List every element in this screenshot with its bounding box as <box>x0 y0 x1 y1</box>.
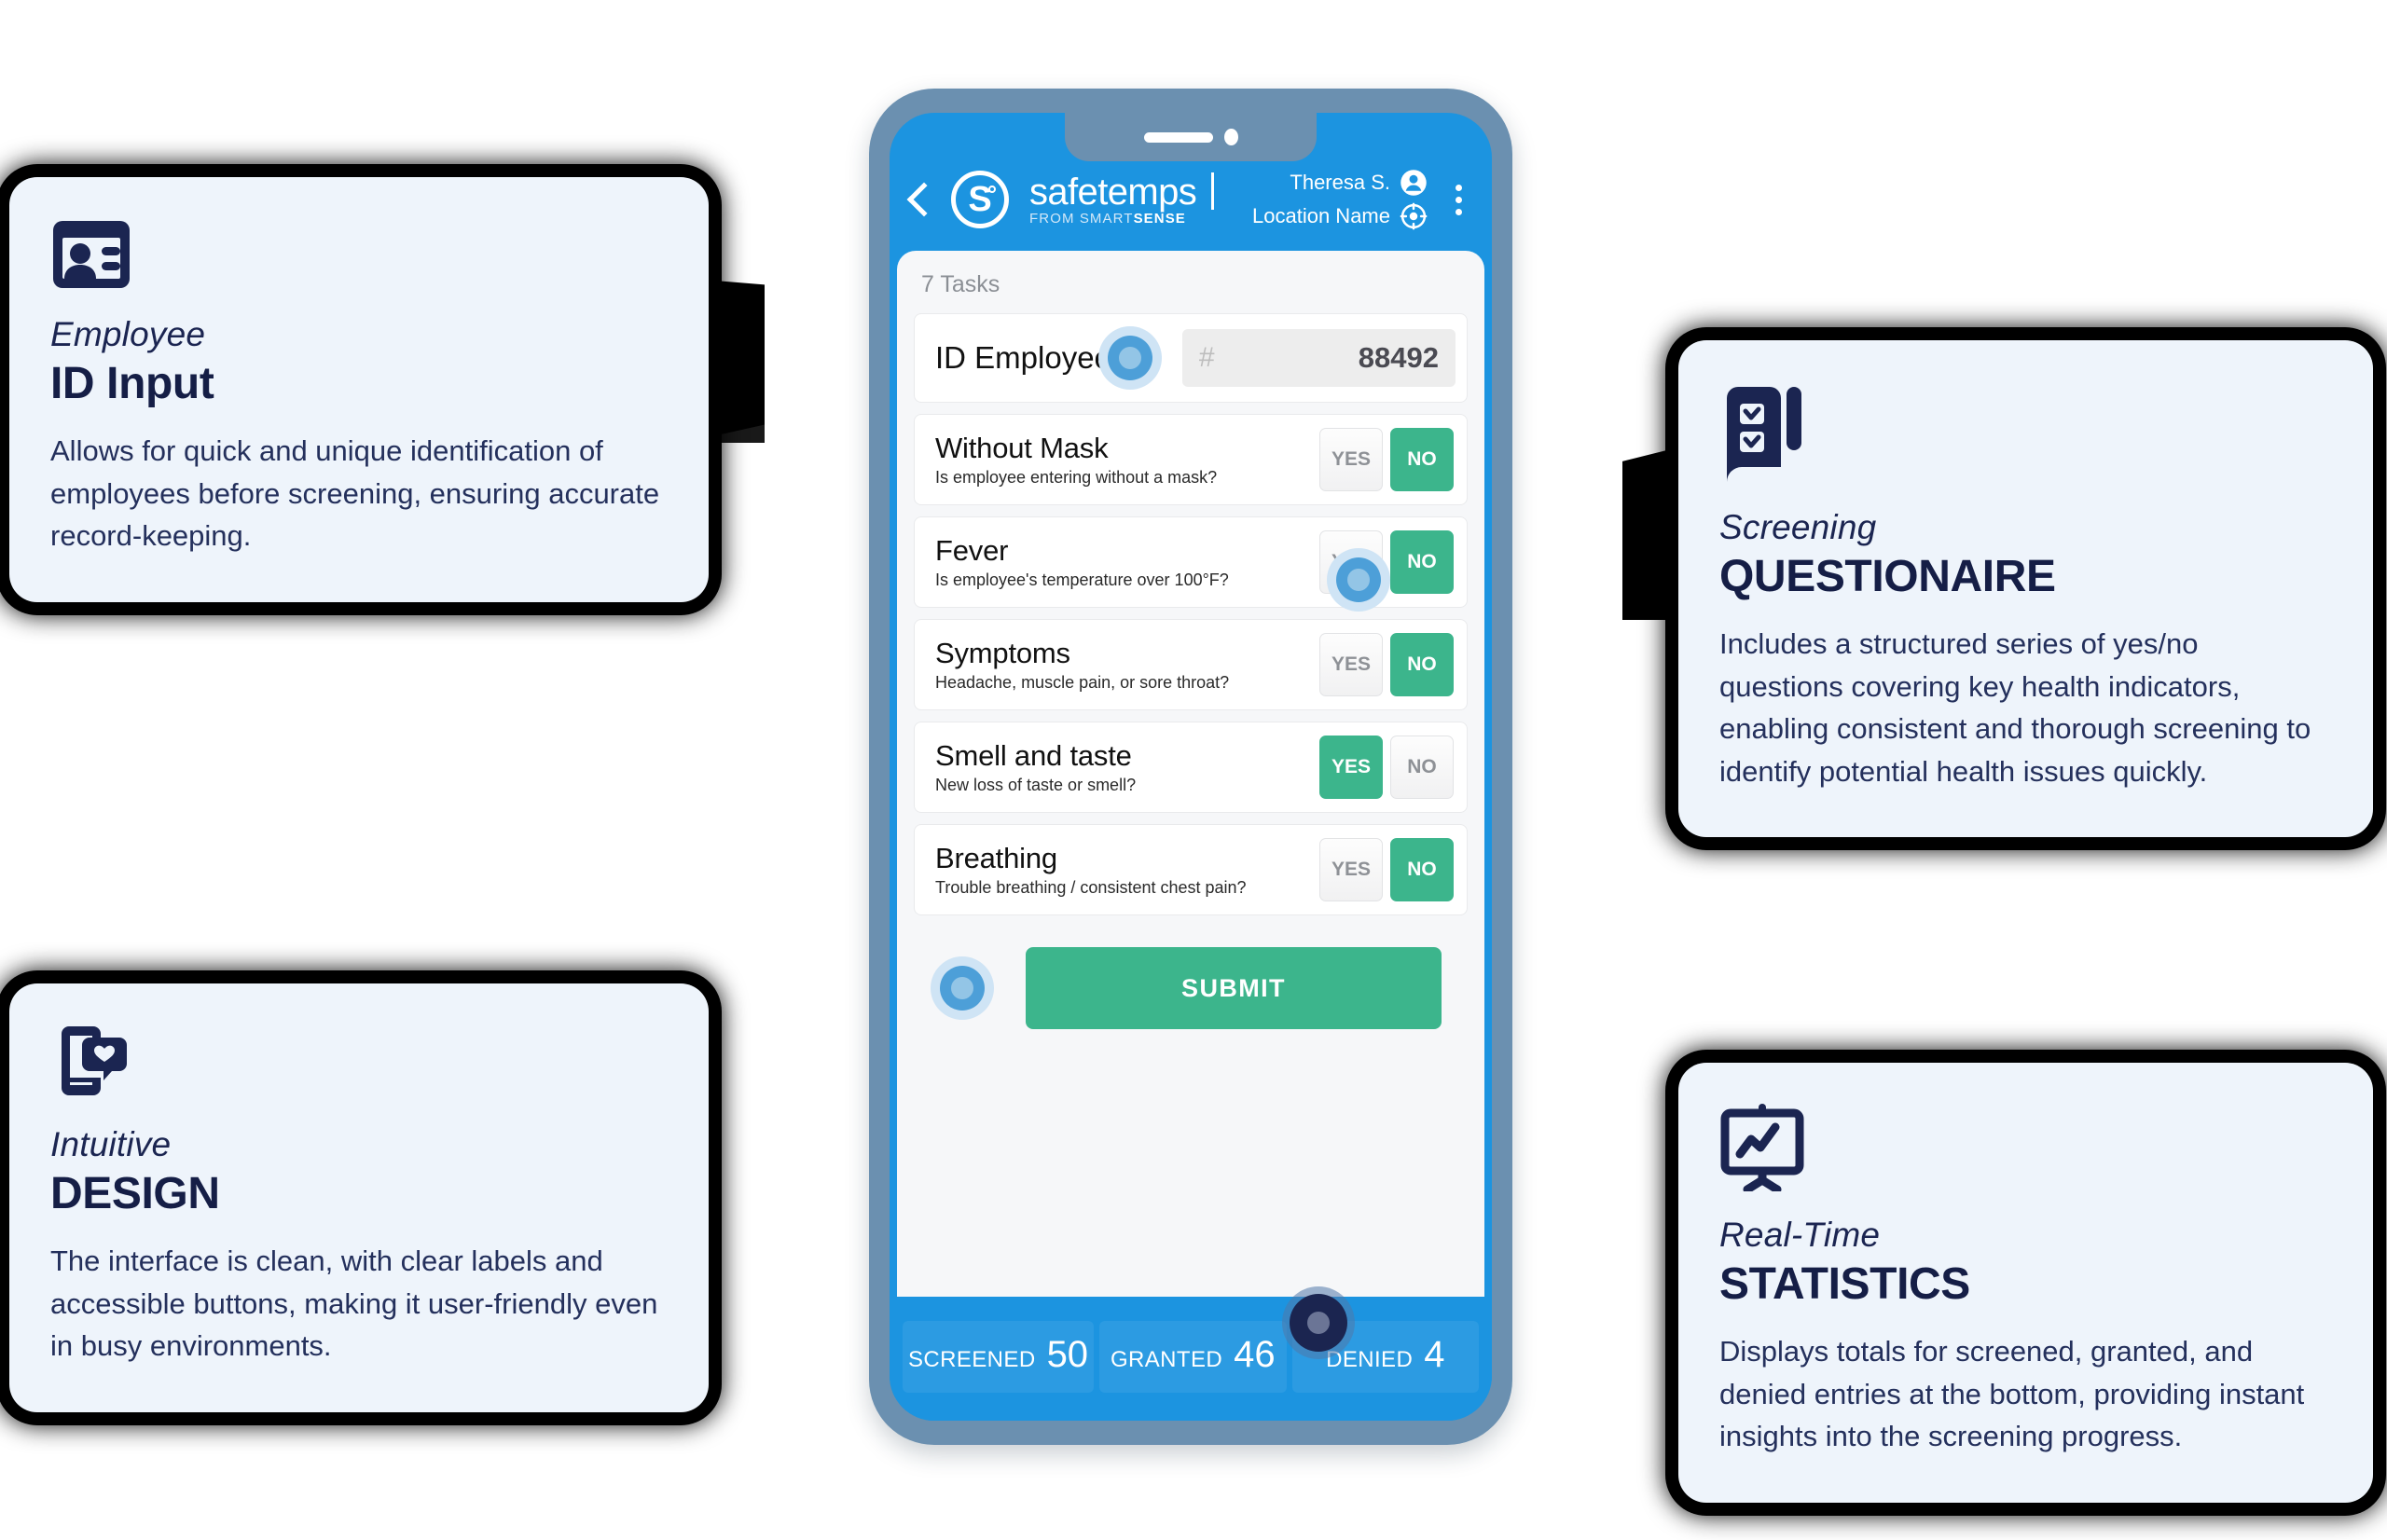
earpiece-speaker-icon <box>1143 131 1213 143</box>
submit-area: SUBMIT <box>897 915 1484 1070</box>
card-body: The interface is clean, with clear label… <box>50 1244 658 1363</box>
tap-ripple-icon <box>1097 326 1162 390</box>
header-account-block: Theresa S. Location Name <box>1252 169 1431 230</box>
target-location-icon <box>1400 202 1428 230</box>
card-body: Includes a structured series of yes/no q… <box>1719 627 2311 788</box>
card-body: Displays totals for screened, granted, a… <box>1719 1335 2305 1453</box>
chevron-left-icon[interactable] <box>906 182 942 217</box>
yes-no-toggle: YES NO <box>1319 428 1454 491</box>
chart-board-icon <box>1719 1104 2326 1191</box>
phone-mockup: S safetemps FROM SMARTSENSE Theresa S. L… <box>869 89 1512 1445</box>
stat-value: 50 <box>1046 1334 1089 1375</box>
feature-card-employee-id-input: Employee ID Input Allows for quick and u… <box>9 177 709 602</box>
id-employee-input[interactable]: # 88492 <box>1181 329 1456 387</box>
brand-name: safetemps <box>1029 172 1197 213</box>
stat-screened: SCREENED 50 <box>903 1321 1095 1393</box>
feature-card-intuitive-design: Intuitive DESIGN The interface is clean,… <box>9 983 709 1412</box>
yes-no-toggle: YES NO <box>1319 838 1454 901</box>
card-eyebrow: Real-Time <box>1719 1216 1881 1254</box>
header-location-row[interactable]: Location Name <box>1252 202 1428 230</box>
stat-value: 46 <box>1234 1334 1276 1375</box>
checklist-icon <box>1719 381 2326 484</box>
answer-no-button[interactable]: NO <box>1390 428 1454 491</box>
question-row: Without Mask Is employee entering withou… <box>914 414 1468 505</box>
feature-card-screening-questionaire: Screening QUESTIONAIRE Includes a struct… <box>1678 340 2373 838</box>
header-user-row[interactable]: Theresa S. <box>1290 169 1428 197</box>
feature-card-realtime-statistics: Real-Time STATISTICS Displays totals for… <box>1678 1063 2373 1503</box>
answer-yes-button[interactable]: YES <box>1319 633 1383 696</box>
phone-screen: S safetemps FROM SMARTSENSE Theresa S. L… <box>890 113 1492 1421</box>
id-employee-row: ID Employee # 88492 <box>914 313 1468 403</box>
answer-no-button[interactable]: NO <box>1390 736 1454 799</box>
card-title: DESIGN <box>50 1169 220 1218</box>
stat-value: 4 <box>1424 1334 1445 1375</box>
answer-yes-button[interactable]: YES <box>1319 736 1383 799</box>
question-row: Symptoms Headache, muscle pain, or sore … <box>914 619 1468 710</box>
stat-label: SCREENED <box>908 1347 1036 1372</box>
card-title: STATISTICS <box>1719 1259 1970 1309</box>
question-title: Fever <box>935 534 1009 567</box>
logo-divider <box>1211 172 1215 210</box>
card-title: QUESTIONAIRE <box>1719 552 2056 601</box>
tap-ripple-icon-floating-dark <box>1282 1286 1355 1359</box>
question-subtitle: Headache, muscle pain, or sore throat? <box>935 673 1230 692</box>
tap-ripple-icon <box>931 956 994 1020</box>
answer-no-button[interactable]: NO <box>1390 633 1454 696</box>
submit-button[interactable]: SUBMIT <box>1026 947 1442 1029</box>
safetemps-logo-mark-icon: S <box>951 171 1009 228</box>
stat-label: GRANTED <box>1110 1347 1223 1372</box>
user-name: Theresa S. <box>1290 171 1390 194</box>
phone-notch <box>1065 113 1317 161</box>
tap-ripple-icon-floating-question <box>1327 548 1390 612</box>
question-row: Breathing Trouble breathing / consistent… <box>914 824 1468 915</box>
card-eyebrow: Screening <box>1719 508 1877 546</box>
poster-canvas: Employee ID Input Allows for quick and u… <box>0 0 2387 1540</box>
user-avatar-icon <box>1400 170 1427 196</box>
question-title: Smell and taste <box>935 739 1132 772</box>
safetemps-wordmark: safetemps FROM SMARTSENSE <box>1029 172 1197 227</box>
answer-no-button[interactable]: NO <box>1390 838 1454 901</box>
question-subtitle: New loss of taste or smell? <box>935 776 1137 794</box>
degree-icon <box>988 186 996 193</box>
task-sheet: 7 Tasks ID Employee # 88492 Without Mask… <box>897 251 1484 1297</box>
question-subtitle: Is employee entering without a mask? <box>935 468 1218 487</box>
hash-icon: # <box>1198 342 1215 373</box>
question-title: Symptoms <box>935 637 1070 669</box>
id-employee-value: 88492 <box>1358 341 1439 374</box>
mobile-heart-icon <box>50 1024 662 1101</box>
front-camera-icon <box>1223 129 1238 145</box>
id-card-icon <box>50 218 662 291</box>
answer-no-button[interactable]: NO <box>1390 530 1454 594</box>
kebab-menu-icon[interactable] <box>1441 184 1473 215</box>
card-title: ID Input <box>50 359 214 408</box>
question-title: Breathing <box>935 842 1057 874</box>
question-subtitle: Is employee's temperature over 100°F? <box>935 571 1229 589</box>
question-row: Smell and taste New loss of taste or sme… <box>914 722 1468 813</box>
yes-no-toggle: YES NO <box>1319 736 1454 799</box>
id-employee-label: ID Employee <box>935 340 1111 375</box>
tasks-count-label: 7 Tasks <box>921 271 1000 297</box>
task-list: ID Employee # 88492 Without Mask Is empl… <box>897 313 1484 915</box>
yes-no-toggle: YES NO <box>1319 633 1454 696</box>
card-eyebrow: Intuitive <box>50 1125 172 1163</box>
answer-yes-button[interactable]: YES <box>1319 838 1383 901</box>
location-name: Location Name <box>1252 204 1390 227</box>
stat-granted: GRANTED 46 <box>1099 1321 1287 1393</box>
stats-bar: SCREENED 50 GRANTED 46 DENIED 4 <box>890 1297 1492 1421</box>
question-title: Without Mask <box>935 432 1109 464</box>
card-body: Allows for quick and unique identificati… <box>50 434 660 553</box>
brand-tagline: FROM SMARTSENSE <box>1029 211 1186 227</box>
question-subtitle: Trouble breathing / consistent chest pai… <box>935 878 1247 897</box>
card-eyebrow: Employee <box>50 315 206 353</box>
answer-yes-button[interactable]: YES <box>1319 428 1383 491</box>
